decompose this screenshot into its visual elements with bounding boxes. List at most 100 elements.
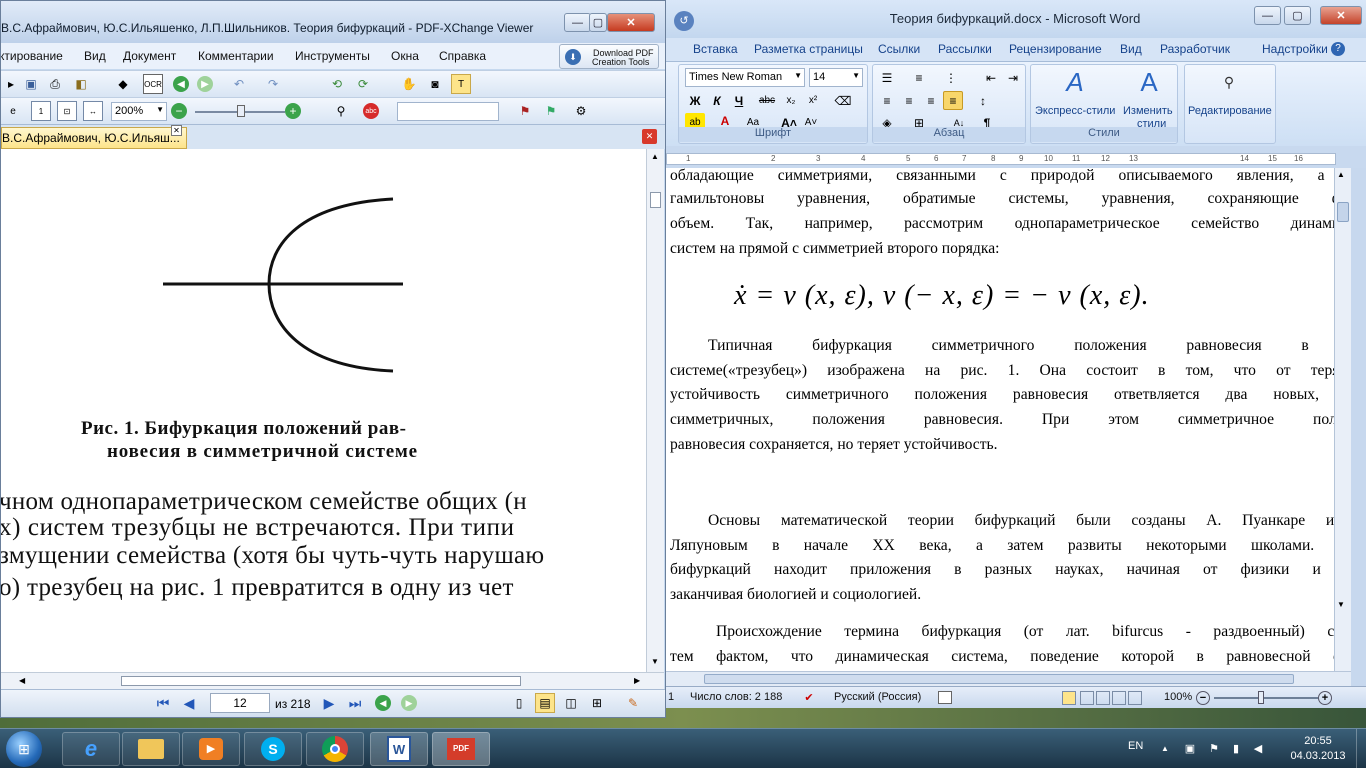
line-spacing-icon[interactable]: ↕ (973, 91, 993, 110)
change-styles-label-1[interactable]: Изменить (1123, 105, 1173, 117)
menu-view[interactable]: Вид (84, 49, 106, 63)
input-language[interactable]: EN (1128, 740, 1143, 752)
continuous-icon[interactable]: ▤ (535, 693, 555, 713)
tab-addins[interactable]: Надстройки (1262, 42, 1328, 56)
scanner-icon[interactable]: ◧ (71, 74, 91, 94)
language-status[interactable]: Русский (Россия) (834, 691, 921, 703)
increase-indent-icon[interactable]: ⇥ (1003, 68, 1023, 87)
tab-mailings[interactable]: Рассылки (938, 42, 992, 56)
view-reading-icon[interactable] (1080, 691, 1094, 705)
bullets-icon[interactable]: ☰ (877, 68, 897, 87)
clear-format-icon[interactable]: ⌫ (833, 91, 853, 110)
express-styles-button[interactable]: Экспресс-стили (1035, 105, 1115, 117)
h-scroll-thumb[interactable] (121, 676, 521, 686)
fit-page-icon[interactable]: ⊡ (57, 101, 77, 121)
zoom-in-icon[interactable]: + (1318, 691, 1332, 705)
decrease-indent-icon[interactable]: ⇤ (981, 68, 1001, 87)
align-right-icon[interactable]: ≡ (921, 91, 941, 110)
pdf-title-bar[interactable]: В.С.Афраймович, Ю.С.Ильяшенко, Л.П.Шильн… (1, 1, 665, 43)
continuous-facing-icon[interactable]: ⊞ (587, 693, 607, 713)
tray-up-icon[interactable]: ▲ (1160, 744, 1170, 754)
word-close-button[interactable]: ✕ (1320, 6, 1362, 25)
facing-icon[interactable]: ◫ (561, 693, 581, 713)
scroll-up-icon[interactable]: ▲ (651, 152, 659, 161)
rotate-right-icon[interactable]: ⟳ (353, 74, 373, 94)
download-pdf-tools-button[interactable]: ⬇ Download PDF Creation Tools (559, 44, 659, 69)
taskbar-ie[interactable]: e (62, 732, 120, 766)
print-icon[interactable]: ⎙ (45, 74, 65, 94)
word-window[interactable]: ↺ Теория бифуркаций.docx - Microsoft Wor… (664, 0, 1366, 708)
word-vertical-scrollbar[interactable]: ▲ ▼ (1334, 168, 1351, 671)
show-desktop-button[interactable] (1356, 729, 1366, 768)
redo-arrow-icon[interactable]: ↷ (263, 74, 283, 94)
h-scroll-thumb[interactable] (704, 674, 1294, 684)
network-warning-icon[interactable]: ▣ (1182, 741, 1198, 757)
next-page-icon[interactable]: ▶ (319, 693, 339, 713)
tab-close-icon[interactable]: ✕ (171, 125, 182, 136)
customize-icon[interactable]: ⚙ (571, 101, 591, 121)
pdf-minimize-button[interactable]: — (564, 13, 591, 32)
horizontal-ruler[interactable]: 1 2 3 4 5 6 7 8 9 10 11 12 13 14 15 16 (664, 146, 1366, 168)
pdf-viewer-window[interactable]: В.С.Афраймович, Ю.С.Ильяшенко, Л.П.Шильн… (0, 0, 666, 718)
rotate-left-icon[interactable]: ⟲ (327, 74, 347, 94)
find-prev-icon[interactable]: ⚑ (541, 101, 561, 121)
thumbnail-icon[interactable]: ✎ (623, 693, 643, 713)
zoom-select[interactable]: 200% ▼ (111, 102, 167, 121)
hand-tool-icon[interactable]: ✋ (399, 74, 419, 94)
menu-edit[interactable]: ктирование (1, 49, 63, 63)
back-icon[interactable]: ◀ (173, 76, 189, 92)
save-icon[interactable]: ▣ (21, 74, 41, 94)
taskbar-media[interactable]: ▶ (182, 732, 240, 766)
actual-size-icon[interactable]: 1 (31, 101, 51, 121)
word-title-bar[interactable]: ↺ Теория бифуркаций.docx - Microsoft Wor… (664, 0, 1366, 40)
tab-insert[interactable]: Вставка (693, 42, 738, 56)
scroll-down-icon[interactable]: ▼ (651, 657, 659, 666)
change-styles-icon[interactable]: A (1133, 67, 1165, 97)
word-minimize-button[interactable]: — (1254, 6, 1281, 25)
editing-button[interactable]: Редактирование (1188, 105, 1272, 117)
signal-icon[interactable]: ▮ (1228, 741, 1244, 757)
menu-help[interactable]: Справка (439, 49, 486, 63)
fit-width-icon[interactable]: ↔ (83, 101, 103, 121)
action-center-icon[interactable]: ⚑ (1206, 741, 1222, 757)
last-page-icon[interactable]: ⏭ (345, 693, 365, 713)
justify-icon[interactable]: ≡ (943, 91, 963, 110)
numbering-icon[interactable]: ≡ (909, 68, 929, 87)
superscript-icon[interactable]: x² (803, 91, 823, 110)
bold-icon[interactable]: Ж (685, 91, 705, 110)
macro-record-icon[interactable] (938, 691, 952, 704)
menu-windows[interactable]: Окна (391, 49, 419, 63)
view-draft-icon[interactable] (1128, 691, 1142, 705)
zoom-slider-thumb[interactable] (1258, 691, 1264, 704)
zoom-out-icon[interactable]: − (1196, 691, 1210, 705)
scroll-up-icon[interactable]: ▲ (1337, 170, 1345, 179)
subscript-icon[interactable]: x₂ (781, 91, 801, 110)
prev-page-icon[interactable]: ◀ (179, 693, 199, 713)
pdf-page-view[interactable]: Рис. 1. Бифуркация положений рав- новеси… (1, 149, 646, 672)
underline-icon[interactable]: Ч (729, 91, 749, 110)
zoom-in-icon[interactable]: + (285, 103, 301, 119)
history-back-icon[interactable]: ◀ (375, 695, 391, 711)
word-horizontal-scrollbar[interactable] (664, 671, 1351, 686)
font-size-field[interactable]: 14 ▼ (809, 68, 863, 87)
menu-tools[interactable]: Инструменты (295, 49, 370, 63)
taskbar-skype[interactable]: S (244, 732, 302, 766)
first-page-icon[interactable]: ⏮ (153, 693, 173, 713)
undo-arrow-icon[interactable]: ↶ (229, 74, 249, 94)
scroll-thumb[interactable] (1337, 202, 1349, 222)
new-doc-icon[interactable]: ▸ (1, 74, 21, 94)
font-name-field[interactable]: Times New Roman ▼ (685, 68, 805, 87)
pdf-vertical-scrollbar[interactable]: ▲ ▼ (646, 149, 664, 672)
word-maximize-button[interactable]: ▢ (1284, 6, 1311, 25)
view-outline-icon[interactable] (1112, 691, 1126, 705)
express-styles-icon[interactable]: A (1059, 67, 1091, 97)
ocr-icon[interactable]: OCR (143, 74, 163, 94)
volume-icon[interactable]: ◀ (1250, 741, 1266, 757)
align-center-icon[interactable]: ≡ (899, 91, 919, 110)
view-print-layout-icon[interactable] (1062, 691, 1076, 705)
proofing-icon[interactable]: ✔ (802, 691, 816, 705)
pdf-maximize-button[interactable]: ▢ (589, 13, 607, 32)
scroll-thumb[interactable] (650, 192, 661, 208)
italic-icon[interactable]: К (707, 91, 727, 110)
word-count[interactable]: Число слов: 2 188 (690, 691, 782, 703)
